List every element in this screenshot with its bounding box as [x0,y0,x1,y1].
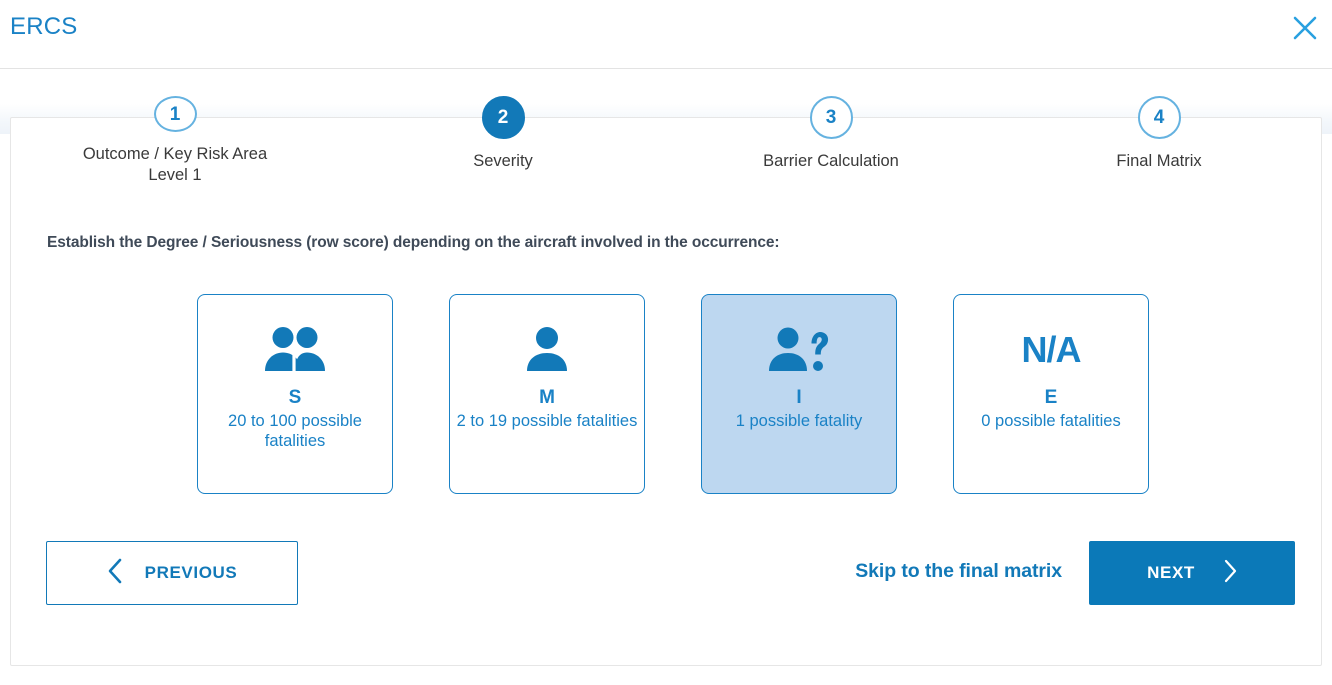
severity-option-i[interactable]: I 1 possible fatality [701,294,897,494]
step-2-label: Severity [473,152,533,170]
severity-option-s-code: S [288,387,302,408]
wizard-panel: 1 Outcome / Key Risk Area Level 1 2 Seve… [10,96,1322,666]
step-1-label: Outcome / Key Risk Area Level 1 [82,145,268,184]
person-question-icon [766,321,832,379]
severity-option-i-description: 1 possible fatality [735,412,863,430]
severity-option-s[interactable]: S 20 to 100 possible fatalities [197,294,393,494]
severity-option-m[interactable]: M 2 to 19 possible fatalities [449,294,645,494]
previous-button-label: PREVIOUS [144,563,238,582]
instruction-text: Establish the Degree / Seriousness (row … [47,234,780,251]
step-4-final-matrix[interactable]: 4 Final Matrix [995,96,1323,186]
severity-option-s-description: 20 to 100 possible fatalities [228,412,362,450]
severity-option-e[interactable]: N/A E 0 possible fatalities [953,294,1149,494]
person-icon [519,321,575,379]
chevron-right-icon [1223,559,1237,588]
step-1-circle: 1 [153,96,197,132]
step-1-outcome-key-risk-area[interactable]: 1 Outcome / Key Risk Area Level 1 [11,96,339,186]
step-3-barrier-calculation[interactable]: 3 Barrier Calculation [667,96,995,186]
step-4-label: Final Matrix [1116,152,1202,170]
severity-option-e-description: 0 possible fatalities [981,412,1121,430]
next-button[interactable]: NEXT [1089,541,1295,605]
severity-option-m-description: 2 to 19 possible fatalities [456,412,638,430]
severity-options-group: S 20 to 100 possible fatalities M 2 to 1… [197,294,1161,494]
step-1-number: 1 [169,103,181,125]
step-2-severity[interactable]: 2 Severity [339,96,667,186]
step-3-circle: 3 [809,96,853,139]
step-2-number: 2 [497,107,509,128]
na-text-icon: N/A [1021,321,1082,379]
previous-button[interactable]: PREVIOUS [46,541,298,605]
na-text-icon-label: N/A [1021,329,1082,370]
step-4-circle: 4 [1137,96,1181,139]
severity-option-m-code: M [539,387,555,408]
step-3-number: 3 [825,107,837,128]
app-title: ERCS [10,13,78,40]
severity-option-e-code: E [1044,387,1058,408]
next-button-label: NEXT [1147,563,1195,582]
wizard-stepper: 1 Outcome / Key Risk Area Level 1 2 Seve… [11,96,1323,186]
title-bar: ERCS [0,0,1332,69]
severity-option-i-code: I [796,387,802,408]
two-people-icon [264,321,326,379]
close-icon [1292,15,1318,41]
skip-to-final-matrix-link[interactable]: Skip to the final matrix [855,560,1062,583]
step-3-label: Barrier Calculation [763,152,899,170]
close-button[interactable] [1287,10,1323,46]
step-4-number: 4 [1153,107,1165,128]
chevron-left-icon [107,558,123,589]
step-2-circle: 2 [481,96,525,139]
